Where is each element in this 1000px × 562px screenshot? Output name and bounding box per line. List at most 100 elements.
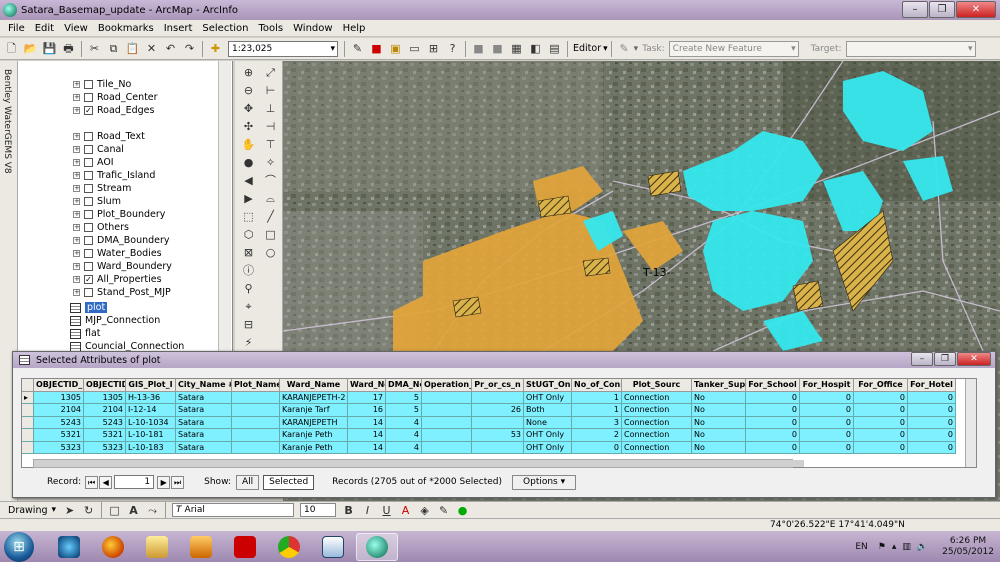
table-cell[interactable] — [422, 441, 472, 454]
table-cell[interactable]: Satara — [176, 441, 232, 454]
table-cell[interactable]: 0 — [854, 441, 908, 454]
table-cell[interactable]: 5243 — [84, 416, 126, 429]
cut-icon[interactable]: ✂ — [87, 41, 102, 56]
column-header[interactable]: Ward_Name — [280, 379, 348, 392]
table-cell[interactable]: Connection — [622, 416, 692, 429]
media-player-icon[interactable] — [180, 533, 222, 561]
table-cell[interactable]: OHT Only — [524, 429, 572, 442]
undo-icon[interactable]: ↶ — [163, 41, 178, 56]
curve-icon[interactable]: ⌒ — [263, 173, 278, 188]
column-header[interactable]: Ward_No — [348, 379, 386, 392]
italic-button[interactable]: I — [360, 503, 375, 518]
menu-insert[interactable]: Insert — [164, 23, 193, 34]
column-header[interactable]: For_School — [746, 379, 800, 392]
table-cell[interactable]: 1305 — [34, 391, 84, 404]
expand-icon[interactable]: + — [73, 237, 80, 244]
copy-icon[interactable]: ⧉ — [106, 41, 121, 56]
word-icon[interactable] — [312, 533, 354, 561]
layer-visibility-checkbox[interactable] — [84, 158, 93, 167]
zoom-out-icon[interactable]: ⊖ — [241, 83, 256, 98]
table-cell[interactable]: 0 — [854, 429, 908, 442]
table-cell[interactable]: 0 — [746, 416, 800, 429]
layer-visibility-checkbox[interactable]: ✓ — [84, 106, 93, 115]
drawing-dropdown-icon[interactable]: ▾ — [52, 505, 57, 515]
delete-icon[interactable]: ✕ — [144, 41, 159, 56]
table-cell[interactable]: 0 — [800, 441, 854, 454]
table-cell[interactable] — [232, 391, 280, 404]
table-cell[interactable]: 0 — [908, 429, 956, 442]
toc-layer-dma-boundery[interactable]: + DMA_Boundery — [73, 234, 170, 247]
row-selector[interactable]: ▸ — [22, 391, 34, 404]
layer-visibility-checkbox[interactable] — [84, 171, 93, 180]
menu-tools[interactable]: Tools — [259, 23, 284, 34]
toc-layer-others[interactable]: + Others — [73, 221, 129, 234]
previous-record-button[interactable]: ◀ — [99, 475, 113, 489]
table-cell[interactable]: 4 — [386, 416, 422, 429]
layer-visibility-checkbox[interactable] — [84, 236, 93, 245]
expand-icon[interactable]: + — [73, 185, 80, 192]
column-header[interactable]: Operation_ — [422, 379, 472, 392]
arc-icon[interactable]: ⌓ — [263, 191, 278, 206]
table-cell[interactable]: 0 — [800, 429, 854, 442]
expand-icon[interactable]: + — [73, 133, 80, 140]
table-cell[interactable]: H-13-36 — [126, 391, 176, 404]
table-cell[interactable]: 0 — [746, 429, 800, 442]
table-cell[interactable]: Satara — [176, 404, 232, 417]
forward-extent-icon[interactable]: ▶ — [241, 191, 256, 206]
table-cell[interactable]: Karanje Peth — [280, 429, 348, 442]
table-cell[interactable] — [472, 441, 524, 454]
table-cell[interactable]: KARANJEPETH-2 — [280, 391, 348, 404]
table-cell[interactable]: L-10-1034 — [126, 416, 176, 429]
menu-selection[interactable]: Selection — [202, 23, 248, 34]
toc-table-mjp-connection[interactable]: MJP_Connection — [70, 314, 160, 327]
toc-layer-canal[interactable]: + Canal — [73, 143, 124, 156]
menu-edit[interactable]: Edit — [35, 23, 54, 34]
table-cell[interactable]: I-12-14 — [126, 404, 176, 417]
row-selector[interactable] — [22, 429, 34, 442]
back-extent-icon[interactable]: ◀ — [241, 173, 256, 188]
expand-icon[interactable]: + — [73, 211, 80, 218]
column-header[interactable]: No_of_Conn — [572, 379, 622, 392]
toc-layer-trafic-island[interactable]: + Trafic_Island — [73, 169, 155, 182]
table-cell[interactable]: 2104 — [34, 404, 84, 417]
table-cell[interactable]: 0 — [746, 404, 800, 417]
toc-table-flat[interactable]: flat — [70, 327, 101, 340]
rotate-icon[interactable]: ↻ — [81, 503, 96, 518]
last-record-button[interactable]: ⏭ — [171, 475, 185, 489]
snap-icon[interactable]: ⊢ — [263, 83, 278, 98]
column-header[interactable]: For_Hospit — [800, 379, 854, 392]
toc-layer-ward-boundery[interactable]: + Ward_Boundery — [73, 260, 172, 273]
identify-icon[interactable]: ⓘ — [241, 263, 256, 278]
expand-icon[interactable]: + — [73, 159, 80, 166]
layer-visibility-checkbox[interactable] — [84, 210, 93, 219]
toc-layer-all-properties[interactable]: + ✓ All_Properties — [73, 273, 162, 286]
table-row[interactable]: 2104 2104 I-12-14 Satara Karanje Tarf 16 5 26 Bo… — [22, 404, 976, 417]
toc-layer-water-bodies[interactable]: + Water_Bodies — [73, 247, 162, 260]
table-cell[interactable]: Connection — [622, 391, 692, 404]
select-pointer-icon[interactable]: ➤ — [62, 503, 77, 518]
text-tool-icon[interactable]: A — [126, 503, 141, 518]
table-cell[interactable]: 5323 — [34, 441, 84, 454]
table-cell[interactable] — [422, 404, 472, 417]
table-cell[interactable]: 5 — [386, 391, 422, 404]
record-number-input[interactable]: 1 — [114, 475, 155, 489]
expand-icon[interactable]: + — [73, 81, 80, 88]
first-record-button[interactable]: ⏮ — [85, 475, 99, 489]
tray-arrow-icon[interactable]: ▴ — [892, 542, 897, 552]
table-cell[interactable]: No — [692, 416, 746, 429]
catalog-icon[interactable]: ▣ — [388, 41, 403, 56]
table-cell[interactable]: L-10-181 — [126, 429, 176, 442]
table-cell[interactable] — [232, 441, 280, 454]
table-cell[interactable]: 0 — [908, 391, 956, 404]
bold-button[interactable]: B — [341, 503, 356, 518]
find-icon[interactable]: ⚲ — [241, 281, 256, 296]
column-header[interactable]: DMA_No — [386, 379, 422, 392]
grid-vertical-scrollbar[interactable] — [965, 379, 976, 467]
segment-icon[interactable]: ⊤ — [263, 137, 278, 152]
line-icon[interactable]: ╱ — [263, 209, 278, 224]
edge-icon[interactable]: ⊣ — [263, 119, 278, 134]
open-icon[interactable]: 📂 — [23, 41, 38, 56]
table-cell[interactable]: 1 — [572, 391, 622, 404]
editor-dropdown-icon[interactable]: ▾ — [603, 44, 608, 54]
row-selector[interactable] — [22, 404, 34, 417]
